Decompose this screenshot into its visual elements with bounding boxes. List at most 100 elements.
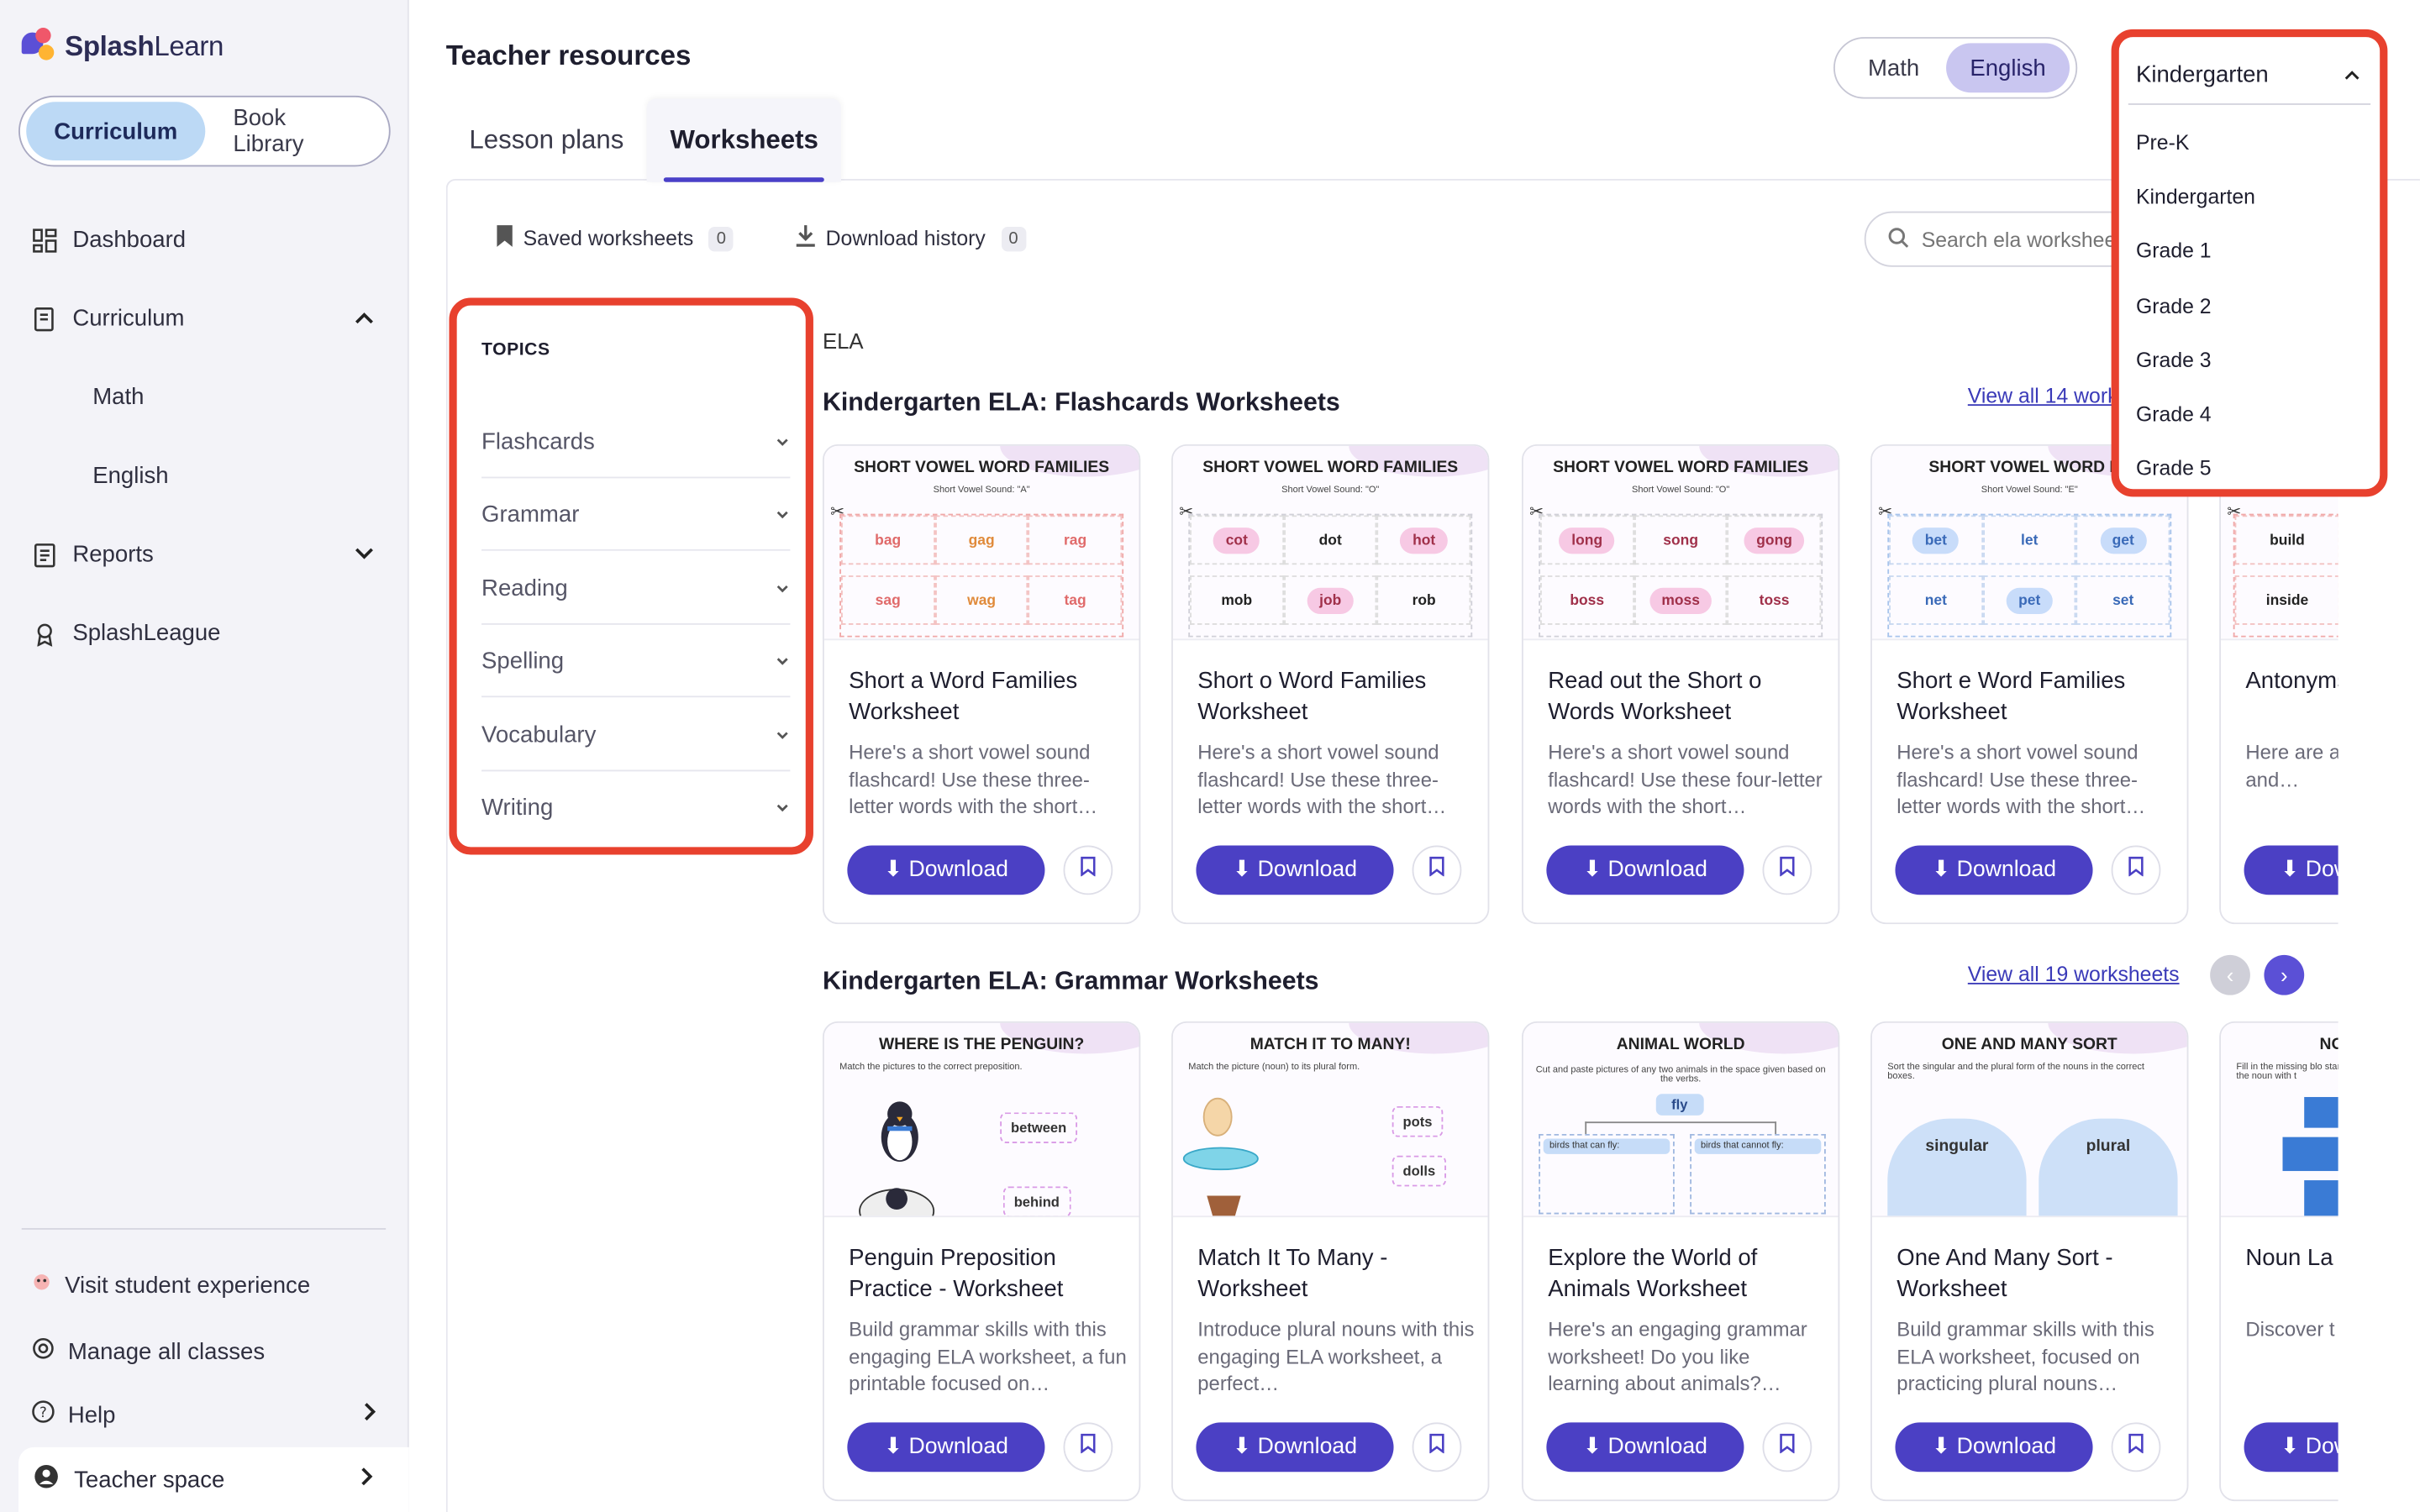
worksheet-card[interactable]: WHERE IS THE PENGUIN? Match the pictures… <box>822 1021 1141 1502</box>
sidebar-item-english[interactable]: English <box>0 437 409 516</box>
tab-lesson-plans[interactable]: Lesson plans <box>446 99 647 182</box>
card-title: Match It To Many - Worksheet <box>1197 1245 1388 1303</box>
sidebar-item-dashboard[interactable]: Dashboard <box>0 201 409 280</box>
reports-icon <box>31 541 59 569</box>
chevron-up-icon <box>2343 61 2361 87</box>
download-button[interactable]: ⬇Download <box>1895 845 2093 895</box>
subject-english-button[interactable]: English <box>1946 43 2070 93</box>
worksheet-card[interactable]: MATCH IT TO MANY! Match the picture (nou… <box>1171 1021 1490 1502</box>
worksheet-card[interactable]: SHORT VOWEL WORD FAMILIES Short Vowel So… <box>1171 444 1490 925</box>
carousel-prev-button[interactable]: ‹ <box>2210 954 2250 995</box>
carousel-next-button[interactable]: › <box>2264 954 2305 995</box>
thumb-title: NO <box>2319 1035 2338 1054</box>
tab-worksheets[interactable]: Worksheets <box>646 98 842 182</box>
topic-vocabulary[interactable]: Vocabulary <box>481 699 791 772</box>
download-button[interactable]: ⬇Download <box>847 1422 1045 1473</box>
bookmark-button[interactable] <box>2111 845 2161 895</box>
grade-option-grade-3[interactable]: Grade 3 <box>2136 349 2212 372</box>
download-button[interactable]: ⬇Download <box>1895 1422 2093 1473</box>
worksheet-card[interactable]: ANIMAL WORLD Cut and paste pictures of a… <box>1521 1021 1840 1502</box>
worksheet-card[interactable]: ONE AND MANY SORT Sort the singular and … <box>1870 1021 2189 1502</box>
grade-select[interactable]: Kindergarten <box>2128 46 2371 105</box>
bookmark-button[interactable] <box>1412 1422 1462 1473</box>
category-box: birds that cannot fly: <box>1690 1133 1826 1215</box>
bookmark-button[interactable] <box>1762 845 1812 895</box>
card-title: Explore the World of Animals Worksheet <box>1548 1245 1758 1303</box>
thumb-title: ANIMAL WORLD <box>1616 1035 1745 1054</box>
saved-worksheets-button[interactable]: Saved worksheets 0 <box>496 223 734 253</box>
visit-student-experience-link[interactable]: Visit student experience <box>31 1270 310 1301</box>
grade-option-kindergarten[interactable]: Kindergarten <box>2136 185 2255 208</box>
worksheet-card[interactable]: ✂ build inside Antonyms Worksheet Here a… <box>2219 444 2338 925</box>
help-label: Help <box>67 1401 116 1428</box>
card-description: Build grammar skills with this ELA works… <box>1897 1317 2154 1395</box>
topic-reading[interactable]: Reading <box>481 553 791 625</box>
sidebar-item-splashleague[interactable]: SplashLeague <box>0 594 409 673</box>
search-box[interactable] <box>1864 211 2143 267</box>
blocks-image <box>2282 1096 2338 1216</box>
topic-grammar[interactable]: Grammar <box>481 478 791 551</box>
curriculum-segment-button[interactable]: Curriculum <box>26 102 206 161</box>
topic-writing[interactable]: Writing <box>481 771 790 843</box>
sidebar-item-reports[interactable]: Reports <box>0 515 409 594</box>
download-label: Download <box>2305 1435 2338 1460</box>
sort-box-plural: plural <box>2039 1118 2178 1216</box>
grade-option-pre-k[interactable]: Pre-K <box>2136 131 2189 155</box>
sort-box-singular: singular <box>1887 1118 2027 1216</box>
download-button[interactable]: ⬇Download <box>2244 1422 2338 1473</box>
view-all-grammar-link[interactable]: View all 19 worksheets <box>1968 963 2180 986</box>
teacher-space-button[interactable]: Teacher space <box>18 1446 409 1512</box>
topic-flashcards[interactable]: Flashcards <box>481 406 791 479</box>
word-grid: bet let get net pet set <box>1887 513 2172 638</box>
download-icon: ⬇ <box>2281 858 2300 883</box>
download-button[interactable]: ⬇Download <box>1546 1422 1744 1473</box>
download-label: Download <box>1257 858 1358 883</box>
grade-option-grade-1[interactable]: Grade 1 <box>2136 239 2212 263</box>
page-title: Teacher resources <box>445 39 692 71</box>
bookmark-button[interactable] <box>1762 1422 1812 1473</box>
book-library-segment-button[interactable]: Book Library <box>205 102 382 160</box>
download-button[interactable]: ⬇Download <box>847 845 1045 895</box>
download-button[interactable]: ⬇Download <box>1196 1422 1394 1473</box>
card-description: Introduce plural nouns with this engagin… <box>1197 1317 1475 1395</box>
download-icon: ⬇ <box>1232 858 1252 883</box>
card-description: Here's a short vowel sound flashcard! Us… <box>1197 740 1447 818</box>
topic-label: Grammar <box>481 501 580 528</box>
logo[interactable]: SplashLearn <box>18 26 224 66</box>
chevron-right-icon <box>360 1466 375 1494</box>
bookmark-button[interactable] <box>1063 845 1113 895</box>
worksheet-card[interactable]: SHORT VOWEL WORD FA Short Vowel Sound: "… <box>1870 444 2189 925</box>
worksheet-thumbnail: SHORT VOWEL WORD FAMILIES Short Vowel So… <box>1172 445 1488 641</box>
worksheet-card[interactable]: SHORT VOWEL WORD FAMILIES Short Vowel So… <box>1521 444 1840 925</box>
topic-label: Writing <box>481 794 554 822</box>
download-button[interactable]: ⬇Download <box>1196 845 1394 895</box>
download-button[interactable]: ⬇Download <box>2244 845 2338 895</box>
thumb-subtitle: Fill in the missing blo start the noun w… <box>2236 1063 2338 1082</box>
bookmark-button[interactable] <box>1063 1422 1113 1473</box>
sidebar-item-curriculum[interactable]: Curriculum <box>0 279 409 358</box>
grade-option-grade-4[interactable]: Grade 4 <box>2136 402 2212 426</box>
topic-label: Vocabulary <box>481 721 597 748</box>
word-cell: hot <box>1400 527 1448 554</box>
help-icon: ? <box>31 1399 55 1431</box>
help-link[interactable]: ? Help <box>31 1399 378 1431</box>
grade-option-grade-2[interactable]: Grade 2 <box>2136 295 2212 318</box>
download-icon: ⬇ <box>1931 1435 1951 1460</box>
sidebar-item-math[interactable]: Math <box>0 358 409 437</box>
worksheet-card[interactable]: SHORT VOWEL WORD FAMILIES Short Vowel So… <box>822 444 1141 925</box>
download-button[interactable]: ⬇Download <box>1546 845 1744 895</box>
bookmark-button[interactable] <box>2111 1422 2161 1473</box>
manage-classes-link[interactable]: Manage all classes <box>31 1336 265 1368</box>
word-cell: toss <box>1727 575 1822 625</box>
chevron-up-icon <box>354 306 376 332</box>
download-history-button[interactable]: Download history 0 <box>795 223 1026 253</box>
topic-spelling[interactable]: Spelling <box>481 625 791 698</box>
chevron-down-icon <box>775 428 790 454</box>
grade-option-grade-5[interactable]: Grade 5 <box>2136 457 2212 480</box>
search-input[interactable] <box>1921 227 2141 251</box>
worksheet-card[interactable]: NO Fill in the missing blo start the nou… <box>2219 1021 2338 1502</box>
subject-math-button[interactable]: Math <box>1841 43 1946 92</box>
manage-label: Manage all classes <box>67 1338 266 1365</box>
bookmark-button[interactable] <box>1412 845 1462 895</box>
word-cell: build <box>2234 515 2338 565</box>
